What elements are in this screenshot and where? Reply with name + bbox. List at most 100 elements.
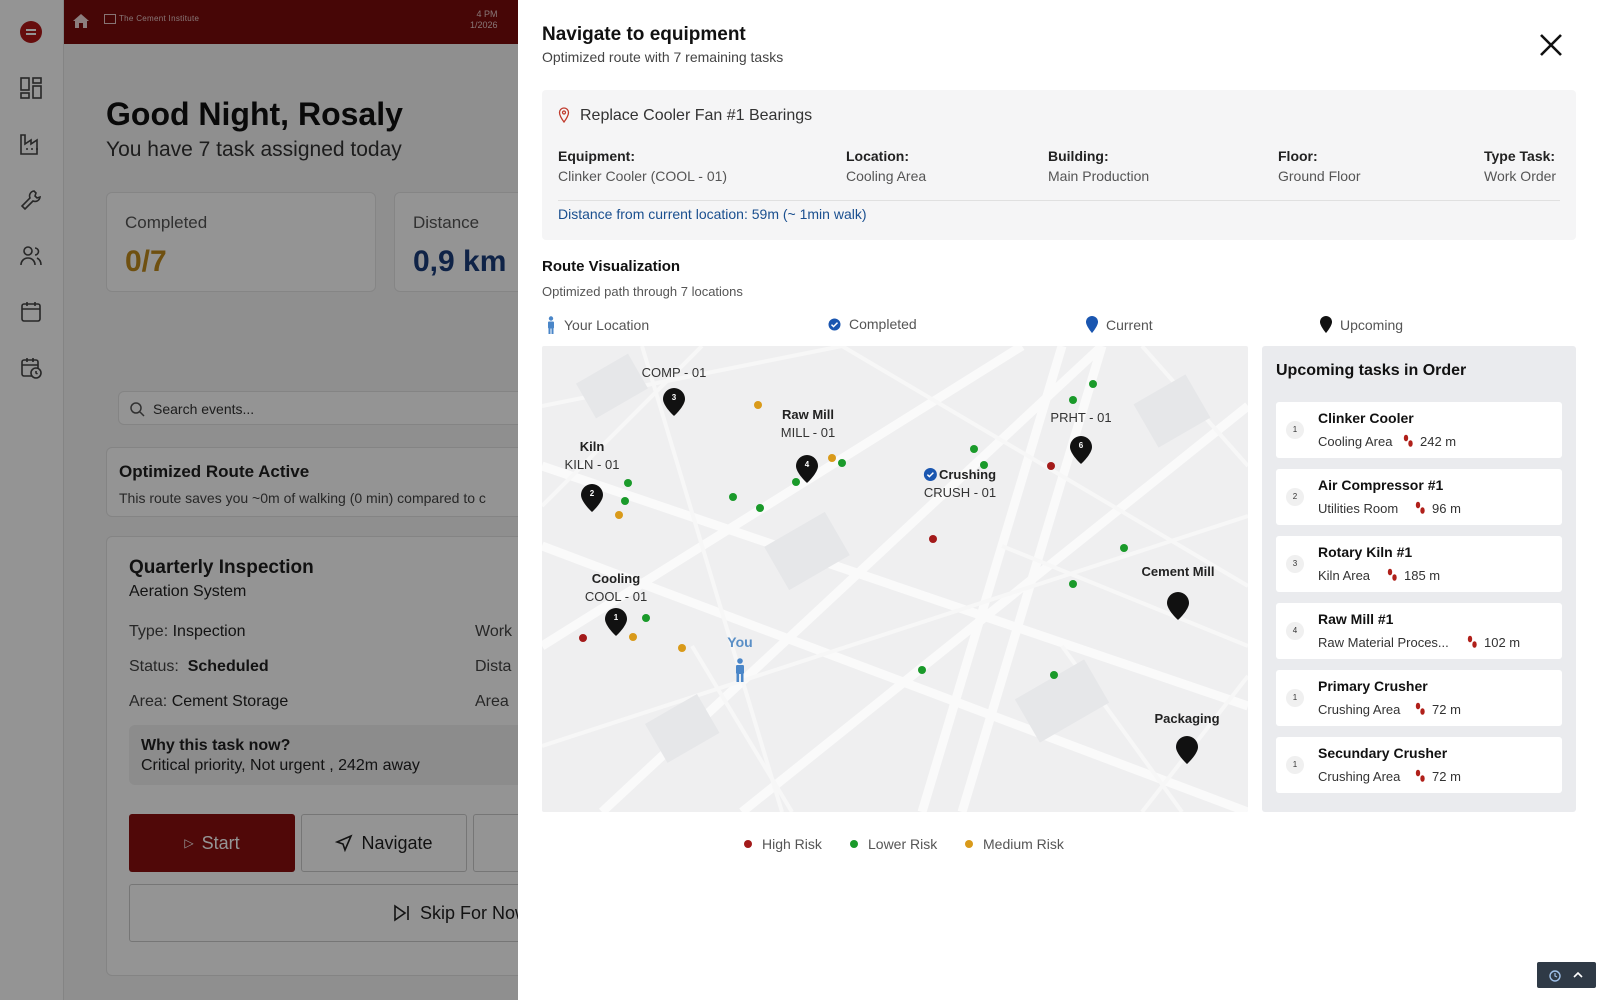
- medium-risk-dot[interactable]: [615, 511, 623, 519]
- high-risk-dot[interactable]: [1047, 462, 1055, 470]
- upcoming-task-item[interactable]: 4 Raw Mill #1 Raw Material Proces... 102 m: [1276, 603, 1562, 659]
- legend-label: Medium Risk: [983, 836, 1064, 852]
- panel-title: Navigate to equipment: [542, 24, 746, 45]
- upcoming-task-item[interactable]: 2 Air Compressor #1 Utilities Room 96 m: [1276, 469, 1562, 525]
- lower-risk-dot[interactable]: [756, 504, 764, 512]
- lower-risk-dot[interactable]: [970, 445, 978, 453]
- map-label-crushing: Crushing CRUSH - 01: [924, 466, 996, 502]
- field-value: Work Order: [1484, 168, 1557, 184]
- field-label: Type Task:: [1484, 148, 1556, 164]
- lower-risk-dot[interactable]: [729, 493, 737, 501]
- route-visualization-subtitle: Optimized path through 7 locations: [542, 284, 743, 299]
- map-label-prht: PRHT - 01: [1050, 410, 1112, 425]
- map-label-code: CRUSH - 01: [923, 485, 997, 500]
- map-marker-cooling[interactable]: 1: [605, 608, 627, 636]
- task-name: Replace Cooler Fan #1 Bearings: [580, 107, 813, 124]
- lower-risk-dot[interactable]: [1069, 580, 1077, 588]
- route-map[interactable]: COMP - 01 Raw Mill MILL - 01 Kiln KILN - 0…: [542, 346, 1248, 812]
- map-label-code: COOL - 01: [584, 589, 648, 604]
- lower-risk-dot[interactable]: [642, 614, 650, 622]
- map-label-name: Cooling: [591, 571, 641, 586]
- map-marker-packaging[interactable]: [1176, 736, 1198, 764]
- map-label-raw-mill: Raw Mill MILL - 01: [781, 406, 835, 442]
- task-distance: 102 m: [1484, 635, 1521, 650]
- task-equipment-name: Primary Crusher: [1318, 678, 1428, 694]
- divider: [558, 200, 1560, 201]
- you-label: You: [727, 634, 753, 650]
- person-icon: [548, 316, 554, 334]
- task-order-badge: 1: [1286, 756, 1304, 774]
- route-visualization-title: Route Visualization: [542, 258, 681, 275]
- upcoming-task-item[interactable]: 1 Secundary Crusher Crushing Area 72 m: [1276, 737, 1562, 793]
- map-label-name: Cement Mill: [1141, 564, 1215, 579]
- task-order-badge: 1: [1286, 689, 1304, 707]
- close-icon[interactable]: [1538, 32, 1564, 58]
- upcoming-task-item[interactable]: 1 Primary Crusher Crushing Area 72 m: [1276, 670, 1562, 726]
- upcoming-title: Upcoming tasks in Order: [1276, 362, 1467, 379]
- task-equipment-name: Rotary Kiln #1: [1318, 544, 1413, 560]
- lower-risk-dot[interactable]: [1120, 544, 1128, 552]
- lower-risk-dot[interactable]: [1050, 671, 1058, 679]
- legend-medium-risk: Medium Risk: [965, 836, 1064, 852]
- legend-upcoming: Upcoming: [1320, 316, 1403, 333]
- footsteps-icon: [1415, 769, 1425, 782]
- field-location: Location: Cooling Area: [846, 146, 926, 186]
- map-label-name: Packaging: [1154, 711, 1220, 726]
- panel-subtitle: Optimized route with 7 remaining tasks: [542, 49, 784, 65]
- lower-risk-dot[interactable]: [838, 459, 846, 467]
- distance-text: Distance from current location: 59m (~ 1…: [558, 206, 867, 222]
- legend-label: Current: [1106, 316, 1153, 333]
- field-floor: Floor: Ground Floor: [1278, 146, 1360, 186]
- task-distance: 72 m: [1432, 702, 1461, 717]
- task-distance: 96 m: [1432, 501, 1461, 516]
- task-distance: 185 m: [1404, 568, 1441, 583]
- task-order-badge: 3: [1286, 555, 1304, 573]
- check-circle-icon: [923, 468, 937, 481]
- footsteps-icon: [1387, 568, 1397, 581]
- task-equipment-name: Secundary Crusher: [1318, 745, 1448, 761]
- upcoming-marker-icon: [1320, 316, 1332, 333]
- field-building: Building: Main Production: [1048, 146, 1149, 186]
- legend-label: Completed: [849, 316, 917, 332]
- task-distance: 242 m: [1420, 434, 1457, 449]
- lower-risk-dot[interactable]: [1069, 396, 1077, 404]
- task-order-badge: 4: [1286, 622, 1304, 640]
- lower-risk-dot[interactable]: [1089, 380, 1097, 388]
- map-label-cement-mill: Cement Mill: [1142, 563, 1215, 581]
- high-risk-dot[interactable]: [579, 634, 587, 642]
- medium-risk-dot[interactable]: [754, 401, 762, 409]
- medium-risk-dot[interactable]: [629, 633, 637, 641]
- medium-risk-dot[interactable]: [678, 644, 686, 652]
- lower-risk-dot[interactable]: [792, 478, 800, 486]
- upcoming-task-item[interactable]: 3 Rotary Kiln #1 Kiln Area 185 m: [1276, 536, 1562, 592]
- map-marker-kiln[interactable]: 2: [581, 484, 603, 512]
- map-marker-prht[interactable]: 6: [1070, 436, 1092, 464]
- check-circle-icon: [828, 318, 841, 330]
- task-area: Kiln Area: [1318, 568, 1371, 583]
- map-marker-comp[interactable]: 3: [663, 388, 685, 416]
- task-equipment-name: Air Compressor #1: [1318, 477, 1444, 493]
- legend-label: Upcoming: [1340, 316, 1404, 333]
- upcoming-task-item[interactable]: 1 Clinker Cooler Cooling Area 242 m: [1276, 402, 1562, 458]
- floating-widget[interactable]: [1537, 962, 1596, 988]
- field-equipment: Equipment: Clinker Cooler (COOL - 01): [558, 146, 727, 186]
- footsteps-icon: [1415, 702, 1425, 715]
- lower-risk-dot[interactable]: [918, 666, 926, 674]
- legend-label: High Risk: [762, 836, 822, 852]
- legend-current: Current: [1086, 316, 1153, 333]
- field-value: Main Production: [1048, 168, 1150, 184]
- map-label-name: Raw Mill: [781, 407, 834, 422]
- field-value: Clinker Cooler (COOL - 01): [558, 168, 728, 184]
- footsteps-icon: [1415, 501, 1425, 514]
- high-risk-dot-icon: [744, 840, 752, 848]
- map-marker-cement-mill[interactable]: [1167, 592, 1189, 620]
- high-risk-dot[interactable]: [929, 535, 937, 543]
- lower-risk-dot[interactable]: [621, 497, 629, 505]
- legend-label: Your Location: [564, 317, 650, 333]
- lower-risk-dot[interactable]: [980, 461, 988, 469]
- lower-risk-dot-icon: [850, 840, 858, 848]
- medium-risk-dot[interactable]: [828, 454, 836, 462]
- lower-risk-dot[interactable]: [624, 479, 632, 487]
- marker-number: 6: [1078, 441, 1084, 450]
- you-person-icon[interactable]: [734, 658, 746, 682]
